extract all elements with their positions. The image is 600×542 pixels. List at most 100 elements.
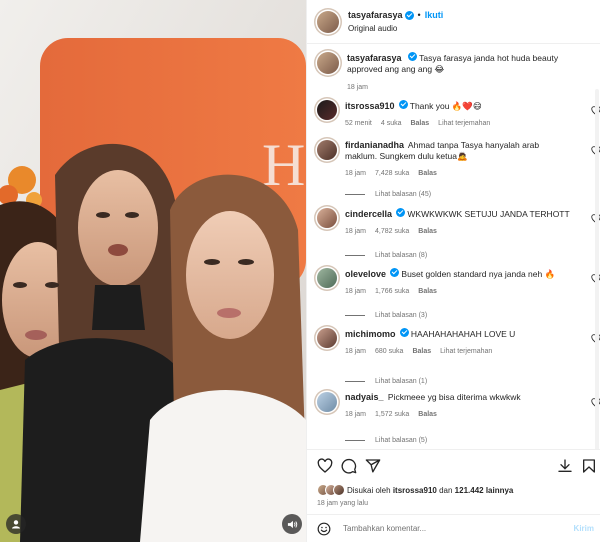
scrollbar[interactable] bbox=[595, 89, 599, 449]
view-replies-button[interactable]: Lihat balasan (1) bbox=[345, 378, 427, 385]
author-avatar[interactable] bbox=[317, 10, 339, 33]
comment-item: firdanianadha Ahmad tanpa Tasya hanyalah… bbox=[317, 140, 600, 179]
commenter-avatar[interactable] bbox=[317, 140, 337, 160]
post-header: tasyafarasya • Ikuti Original audio bbox=[307, 0, 600, 44]
verified-badge-icon bbox=[390, 268, 400, 277]
tagged-users-button[interactable] bbox=[6, 514, 26, 534]
commenter-username[interactable]: firdanianadha bbox=[345, 140, 404, 150]
heart-icon[interactable] bbox=[317, 458, 333, 474]
comment-likes[interactable]: 1,766 suka bbox=[375, 288, 409, 295]
commenter-avatar[interactable] bbox=[317, 268, 337, 288]
comment-meta: 18 jam 7,428 suka Balas bbox=[345, 168, 573, 179]
reply-button[interactable]: Balas bbox=[418, 288, 437, 295]
caption-avatar[interactable] bbox=[317, 52, 339, 74]
view-replies-button[interactable]: Lihat balasan (3) bbox=[345, 312, 427, 319]
volume-icon bbox=[287, 520, 297, 528]
replies-divider bbox=[345, 194, 365, 195]
commenter-avatar[interactable] bbox=[317, 328, 337, 348]
verified-badge-icon bbox=[399, 328, 409, 337]
author-username[interactable]: tasyafarasya bbox=[348, 9, 403, 22]
comment-meta: 18 jam 4,782 suka Balas bbox=[345, 226, 573, 237]
caption-time: 18 jam bbox=[347, 84, 369, 91]
post-caption: tasyafarasya Tasya farasya janda hot hud… bbox=[317, 52, 597, 93]
add-comment-bar: Kirim bbox=[307, 514, 600, 542]
comment-text: HAAHAHAHAHAH LOVE U bbox=[410, 329, 516, 339]
likes-prefix: Disukai oleh bbox=[347, 485, 391, 495]
liker-avatar bbox=[333, 484, 345, 496]
commenter-username[interactable]: nadyais_ bbox=[345, 392, 384, 402]
comment-text: Buset golden standard nya janda neh 🔥 bbox=[401, 269, 556, 279]
comment-text: Thank you 🔥❤️😄 bbox=[409, 101, 482, 111]
post-age: 18 jam yang lalu bbox=[317, 500, 368, 507]
comment-likes[interactable]: 1,572 suka bbox=[375, 411, 409, 418]
replies-divider bbox=[345, 255, 365, 256]
liker-avatars bbox=[317, 484, 345, 496]
comment-time: 18 jam bbox=[345, 288, 367, 295]
reel-video[interactable]: H bbox=[0, 0, 306, 542]
likes-user[interactable]: itsrossa910 bbox=[393, 486, 437, 495]
view-replies-label: Lihat balasan (3) bbox=[375, 312, 428, 319]
commenter-avatar[interactable] bbox=[317, 208, 337, 228]
see-translation-button[interactable]: Lihat terjemahan bbox=[440, 348, 492, 355]
commenter-avatar[interactable] bbox=[317, 392, 337, 412]
mute-button[interactable] bbox=[282, 514, 302, 534]
action-bar bbox=[307, 452, 600, 482]
follow-button[interactable]: Ikuti bbox=[425, 9, 444, 22]
download-icon[interactable] bbox=[557, 458, 573, 474]
comment-text: Pickmeee yg bisa diterima wkwkwk bbox=[387, 392, 521, 402]
likes-summary: Disukai oleh itsrossa910 dan 121.442 lai… bbox=[317, 484, 513, 496]
commenter-username[interactable]: itsrossa910 bbox=[345, 101, 395, 111]
comment-item: olevelove Buset golden standard nya jand… bbox=[317, 268, 600, 297]
view-replies-label: Lihat balasan (8) bbox=[375, 252, 428, 259]
comment-item: itsrossa910 Thank you 🔥❤️😄 52 menit 4 suka… bbox=[317, 100, 600, 129]
reply-button[interactable]: Balas bbox=[410, 120, 429, 127]
bookmark-icon[interactable] bbox=[581, 458, 597, 474]
view-replies-label: Lihat balasan (5) bbox=[375, 437, 428, 444]
commenter-username[interactable]: michimomo bbox=[345, 329, 396, 339]
view-replies-label: Lihat balasan (1) bbox=[375, 378, 428, 385]
post-comment-button[interactable]: Kirim bbox=[574, 524, 594, 533]
comment-meta: 18 jam 1,572 suka Balas bbox=[345, 409, 573, 420]
reply-button[interactable]: Balas bbox=[412, 348, 431, 355]
view-replies-button[interactable]: Lihat balasan (5) bbox=[345, 437, 427, 444]
comment-meta: 18 jam 680 suka Balas Lihat terjemahan bbox=[345, 346, 573, 357]
likes-and: dan bbox=[439, 485, 453, 495]
see-translation-button[interactable]: Lihat terjemahan bbox=[438, 120, 490, 127]
smiley-icon[interactable] bbox=[317, 522, 331, 536]
post-panel: tasyafarasya • Ikuti Original audio tasy… bbox=[306, 0, 600, 542]
reply-button[interactable]: Balas bbox=[418, 228, 437, 235]
likes-count[interactable]: 121.442 lainnya bbox=[455, 486, 514, 495]
comment-likes[interactable]: 7,428 suka bbox=[375, 170, 409, 177]
view-replies-button[interactable]: Lihat balasan (8) bbox=[345, 252, 427, 259]
commenter-username[interactable]: olevelove bbox=[345, 269, 386, 279]
comment-likes[interactable]: 4,782 suka bbox=[375, 228, 409, 235]
reply-button[interactable]: Balas bbox=[418, 411, 437, 418]
separator-dot: • bbox=[417, 9, 421, 20]
comment-item: nadyais_ Pickmeee yg bisa diterima wkwkw… bbox=[317, 392, 600, 420]
comment-icon[interactable] bbox=[341, 458, 357, 474]
comment-time: 18 jam bbox=[345, 170, 367, 177]
caption-username[interactable]: tasyafarasya bbox=[347, 53, 402, 63]
verified-badge-icon bbox=[396, 208, 406, 217]
comments-section[interactable]: tasyafarasya Tasya farasya janda hot hud… bbox=[307, 44, 600, 450]
comment-meta: 52 menit 4 suka Balas Lihat terjemahan bbox=[345, 118, 573, 129]
reply-button[interactable]: Balas bbox=[418, 170, 437, 177]
comment-time: 18 jam bbox=[345, 228, 367, 235]
verified-badge-icon bbox=[407, 52, 417, 61]
commenter-username[interactable]: cindercella bbox=[345, 209, 392, 219]
verified-badge-icon bbox=[398, 100, 408, 109]
video-frame: H bbox=[0, 0, 306, 542]
comment-time: 52 menit bbox=[345, 120, 372, 127]
comment-input[interactable] bbox=[343, 524, 563, 533]
commenter-avatar[interactable] bbox=[317, 100, 337, 120]
replies-divider bbox=[345, 381, 365, 382]
comment-likes[interactable]: 4 suka bbox=[381, 120, 402, 127]
audio-label[interactable]: Original audio bbox=[348, 22, 443, 35]
comment-item: michimomo HAAHAHAHAHAH LOVE U 18 jam 680 s… bbox=[317, 328, 600, 357]
view-replies-label: Lihat balasan (45) bbox=[375, 191, 432, 198]
share-icon[interactable] bbox=[365, 458, 381, 474]
view-replies-button[interactable]: Lihat balasan (45) bbox=[345, 191, 431, 198]
comment-text: WKWKWKWK SETUJU JANDA TERHOTT bbox=[407, 209, 570, 219]
comment-likes[interactable]: 680 suka bbox=[375, 348, 403, 355]
comment-time: 18 jam bbox=[345, 411, 367, 418]
